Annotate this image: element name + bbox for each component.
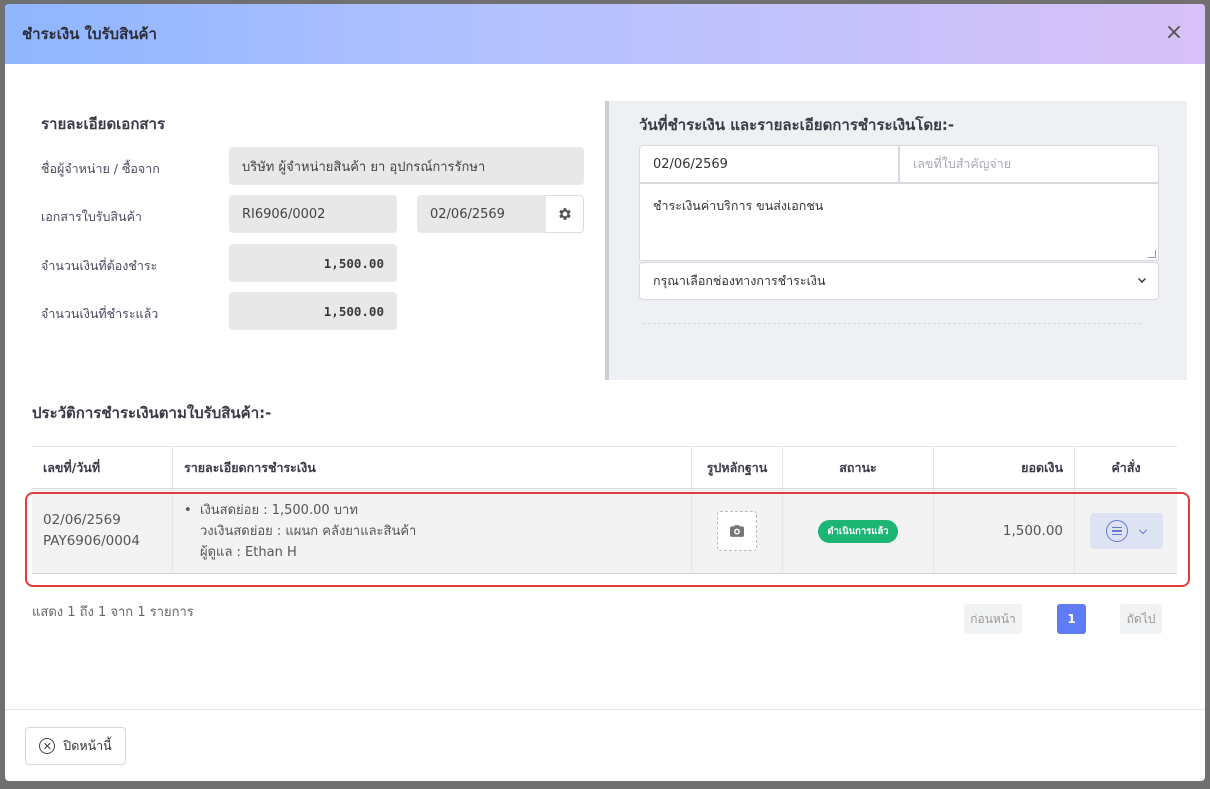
payment-note-textarea[interactable]: ชำระเงินค่าบริการ ขนส่งเอกชน [639, 183, 1159, 261]
amount-due-field: 1,500.00 [229, 244, 397, 282]
payment-channel-select[interactable]: กรุณาเลือกช่องทางการชำระเงิน [639, 262, 1159, 300]
chevron-down-icon [1138, 275, 1146, 283]
pagination-next[interactable]: ถัดไป [1120, 604, 1162, 634]
voucher-number-input[interactable]: เลขที่ใบสำคัญจ่าย [899, 145, 1159, 183]
modal-header: ชำระเงิน ใบรับสินค้า × [5, 4, 1205, 64]
close-circle-icon: ✕ [39, 738, 56, 754]
amount-due-label: จำนวนเงินที่ต้องชำระ [41, 258, 158, 273]
table-info: แสดง 1 ถึง 1 จาก 1 รายการ [32, 605, 194, 620]
pagination-page-1[interactable]: 1 [1057, 604, 1086, 634]
supplier-label: ชื่อผู้จำหน่าย / ซื้อจาก [41, 161, 160, 176]
divider [643, 323, 1141, 324]
history-title: ประวัติการชำระเงินตามใบรับสินค้า:- [32, 404, 272, 422]
col-action[interactable]: คำสั่ง [1075, 447, 1177, 488]
receipt-number-field: RI6906/0002 [229, 195, 397, 233]
payment-note-text: ชำระเงินค่าบริการ ขนส่งเอกชน [653, 198, 824, 213]
close-icon[interactable]: × [1163, 22, 1185, 44]
close-page-label: ปิดหน้านี้ [63, 738, 112, 753]
modal-title: ชำระเงิน ใบรับสินค้า [22, 25, 157, 43]
col-status[interactable]: สถานะ [783, 447, 934, 488]
col-amount[interactable]: ยอดเงิน [934, 447, 1075, 488]
col-detail[interactable]: รายละเอียดการชำระเงิน [173, 447, 692, 488]
payment-form-panel: วันที่ชำระเงิน และรายละเอียดการชำระเงินโ… [605, 101, 1187, 380]
modal-footer: ✕ ปิดหน้านี้ [5, 709, 1205, 781]
amount-paid-label: จำนวนเงินที่ชำระแล้ว [41, 306, 159, 321]
payment-modal: ชำระเงิน ใบรับสินค้า × รายละเอียดเอกสาร … [5, 4, 1205, 781]
pagination-previous[interactable]: ก่อนหน้า [964, 604, 1022, 634]
receipt-date-field: 02/06/2569 [417, 195, 547, 233]
doc-details-title: รายละเอียดเอกสาร [41, 115, 166, 133]
payment-channel-placeholder: กรุณาเลือกช่องทางการชำระเงิน [653, 273, 826, 288]
payment-date-input[interactable]: 02/06/2569 [639, 145, 899, 183]
col-number-date[interactable]: เลขที่/วันที่ [32, 447, 173, 488]
amount-paid-field: 1,500.00 [229, 292, 397, 330]
close-page-button[interactable]: ✕ ปิดหน้านี้ [25, 727, 126, 765]
row-highlight-outline [25, 492, 1190, 587]
table-header: เลขที่/วันที่ รายละเอียดการชำระเงิน รูปห… [32, 447, 1177, 489]
gear-icon [558, 208, 571, 220]
settings-button[interactable] [546, 195, 584, 233]
col-evidence[interactable]: รูปหลักฐาน [692, 447, 783, 488]
supplier-field: บริษัท ผู้จำหน่ายสินค้า ยา อุปกรณ์การรัก… [229, 147, 584, 185]
receipt-label: เอกสารใบรับสินค้า [41, 209, 142, 224]
payment-form-title: วันที่ชำระเงิน และรายละเอียดการชำระเงินโ… [639, 116, 955, 134]
resize-grip-icon[interactable] [1148, 250, 1156, 258]
